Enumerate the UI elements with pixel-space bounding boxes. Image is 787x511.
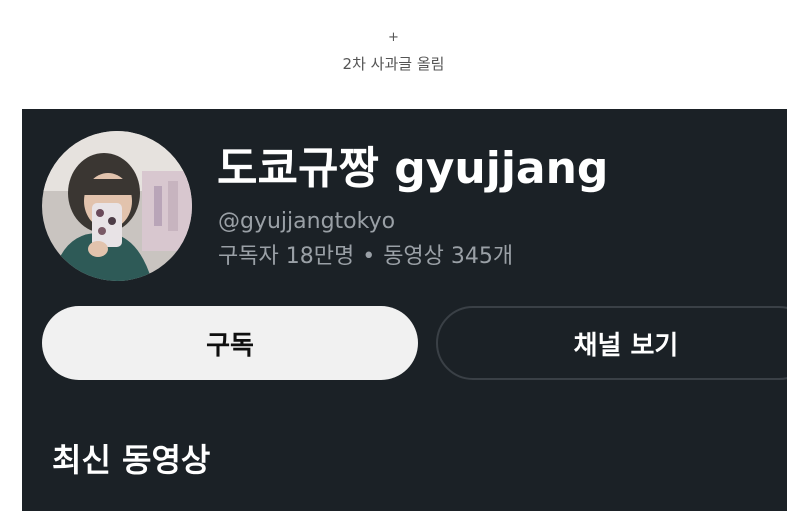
latest-videos-heading: 최신 동영상 (52, 441, 211, 479)
video-count: 동영상 345개 (383, 244, 514, 269)
channel-handle: @gyujjangtokyo (218, 209, 396, 234)
view-channel-button[interactable]: 채널 보기 (436, 306, 787, 380)
channel-header-screenshot: 도쿄규짱 gyujjang @gyujjangtokyo 구독자 18만명 • 동영… (22, 109, 787, 511)
avatar-photo-icon (42, 131, 192, 281)
avatar[interactable] (42, 131, 192, 281)
stats-separator: • (362, 244, 376, 269)
caption-plus: + (388, 30, 399, 45)
channel-name: 도쿄규짱 gyujjang (217, 143, 609, 194)
caption-text: 2차 사과글 올림 (342, 55, 445, 73)
subscriber-count: 구독자 18만명 (218, 244, 355, 269)
channel-stats: 구독자 18만명 • 동영상 345개 (218, 243, 513, 271)
post-caption: + 2차 사과글 올림 (0, 0, 787, 109)
subscribe-button[interactable]: 구독 (42, 306, 418, 380)
